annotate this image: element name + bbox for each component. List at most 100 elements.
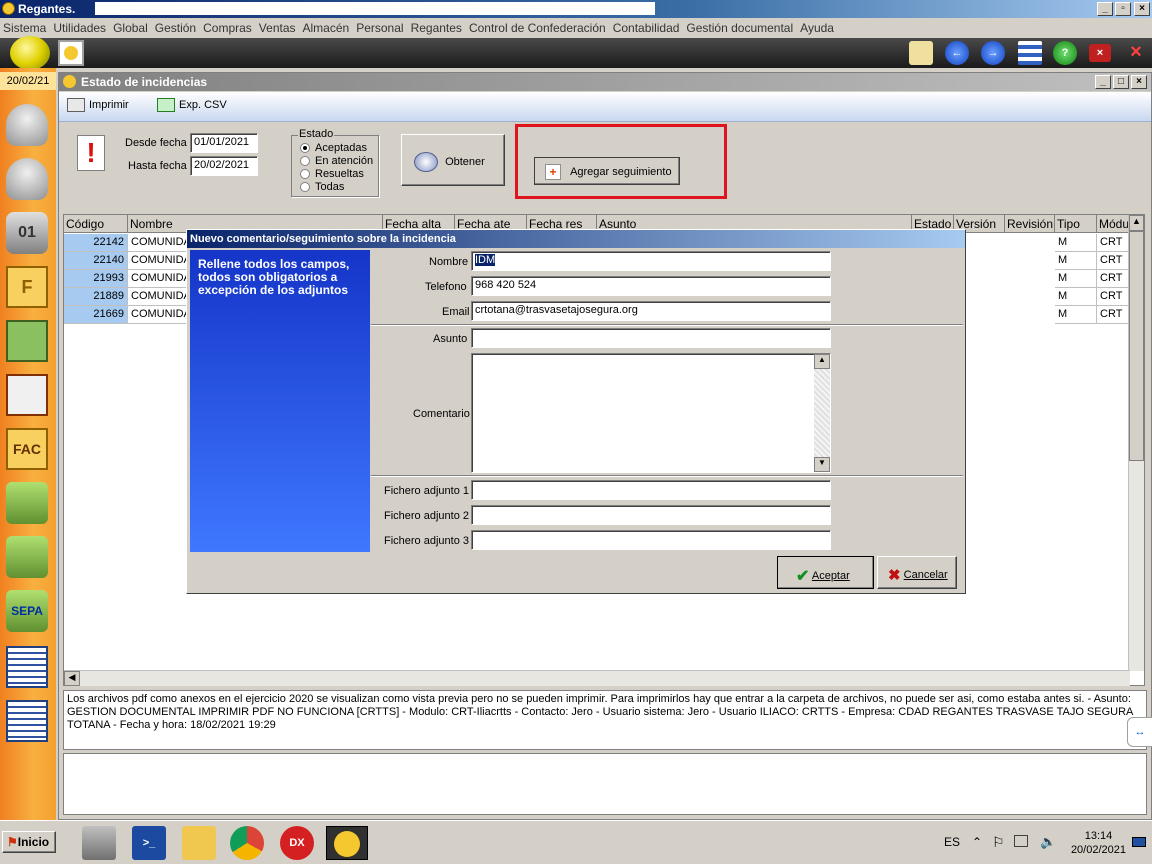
to-date-field[interactable]: 20/02/2021 (190, 156, 258, 176)
network-icon[interactable] (1014, 835, 1028, 847)
comentario-textarea[interactable]: ▲ ▼ (471, 353, 831, 473)
asunto-label: Asunto (433, 333, 468, 345)
teamviewer-icon[interactable]: ↔ (1127, 717, 1152, 747)
back-arrow-icon[interactable]: ← (945, 41, 969, 65)
list-document-icon[interactable] (6, 646, 48, 688)
accept-label: Aceptar (811, 569, 850, 582)
powershell-icon[interactable]: >_ (132, 826, 166, 860)
followup-panel (63, 753, 1147, 815)
menu-control-confederacion[interactable]: Control de Confederación (466, 18, 610, 35)
state-radio-en-atencion[interactable]: En atención (300, 155, 373, 168)
scroll-up-arrow-icon[interactable]: ▲ (1129, 215, 1144, 231)
scroll-left-arrow-icon[interactable]: ◀ (64, 671, 80, 686)
regantes-app-icon[interactable] (326, 826, 368, 860)
scroll-thumb[interactable] (1129, 231, 1144, 461)
col-codigo[interactable]: Código (64, 215, 128, 233)
menu-regantes[interactable]: Regantes (408, 18, 466, 35)
invoice-fac-icon[interactable]: FAC (6, 428, 48, 470)
telefono-field[interactable]: 968 420 524 (471, 276, 831, 296)
clock[interactable]: 13:14 20/02/2021 (1071, 829, 1126, 857)
start-button[interactable]: ⚑Inicio (2, 831, 56, 853)
menu-ayuda[interactable]: Ayuda (797, 18, 838, 35)
magic-wand-icon[interactable] (6, 320, 48, 362)
menu-gestion-documental[interactable]: Gestión documental (683, 18, 797, 35)
grid-horizontal-scrollbar[interactable]: ◀ (64, 670, 1130, 686)
divider (371, 475, 963, 477)
user-icon[interactable] (6, 158, 48, 200)
menu-personal[interactable]: Personal (353, 18, 407, 35)
chrome-icon[interactable] (230, 826, 264, 860)
menu-compras[interactable]: Compras (200, 18, 256, 35)
nombre-label: Nombre (429, 256, 469, 268)
menu-sistema[interactable]: Sistema (0, 18, 50, 35)
scroll-up-arrow-icon[interactable]: ▲ (814, 354, 830, 369)
state-radio-todas[interactable]: Todas (300, 181, 373, 194)
print-tool[interactable]: Imprimir (67, 98, 129, 112)
server-manager-icon[interactable] (82, 826, 116, 860)
shopping-bag-2-icon[interactable] (6, 536, 48, 578)
comment-scrollbar[interactable]: ▲ ▼ (814, 354, 830, 472)
col-tipo[interactable]: Tipo (1055, 215, 1097, 233)
show-desktop-icon[interactable] (1132, 837, 1146, 847)
tile-windows-icon[interactable] (1018, 41, 1042, 65)
radio-label: En atención (315, 155, 374, 167)
folder-f-icon[interactable]: F (6, 266, 48, 308)
nombre-field[interactable]: IDM (471, 251, 831, 271)
help-icon[interactable]: ? (1053, 41, 1077, 65)
state-group-label: Estado (298, 128, 335, 140)
adjunto1-field[interactable] (471, 480, 831, 500)
dx-app-icon[interactable]: DX (280, 826, 314, 860)
menu-ventas[interactable]: Ventas (256, 18, 300, 35)
users-group-icon[interactable] (6, 104, 48, 146)
adjunto2-field[interactable] (471, 505, 831, 525)
file-explorer-icon[interactable] (182, 826, 216, 860)
volume-muted-icon[interactable]: 🔈 (1040, 834, 1056, 850)
clock-date: 20/02/2021 (1070, 844, 1126, 856)
close-all-icon[interactable]: × (1124, 41, 1148, 65)
restore-button[interactable]: ▫ (1115, 2, 1131, 16)
show-hidden-icons-icon[interactable]: ⌃ (972, 835, 982, 849)
adjunto3-field[interactable] (471, 530, 831, 550)
menu-global[interactable]: Global (110, 18, 152, 35)
menu-almacen[interactable]: Almacén (300, 18, 354, 35)
radio (300, 182, 310, 193)
database-icon[interactable]: 01 (6, 212, 48, 254)
sepa-icon[interactable]: SEPA (6, 590, 48, 632)
close-button[interactable]: × (1134, 2, 1150, 16)
child-maximize-button[interactable]: □ (1113, 75, 1129, 89)
cell-tipo: M (1055, 288, 1097, 306)
obtain-button[interactable]: Obtener (401, 134, 505, 186)
scroll-down-arrow-icon[interactable]: ▼ (814, 457, 830, 472)
clock-time: 13:14 (1084, 830, 1113, 842)
dialog-instructions: Rellene todos los campos, todos son obli… (190, 250, 370, 552)
export-csv-tool[interactable]: Exp. CSV (157, 98, 227, 112)
menu-gestion[interactable]: Gestión (152, 18, 200, 35)
cancel-button[interactable]: ✖ Cancelar (877, 556, 957, 589)
child-minimize-button[interactable]: _ (1095, 75, 1111, 89)
mail-icon[interactable] (909, 41, 933, 65)
minimize-button[interactable]: _ (1097, 2, 1113, 16)
menu-contabilidad[interactable]: Contabilidad (610, 18, 684, 35)
shopping-bag-icon[interactable] (6, 482, 48, 524)
close-window-icon[interactable]: × (1089, 44, 1111, 62)
flag-icon[interactable]: ⚐ (992, 834, 1005, 851)
child-close-button[interactable]: × (1131, 75, 1147, 89)
menu-utilidades[interactable]: Utilidades (50, 18, 110, 35)
app-orb-icon[interactable] (10, 36, 50, 70)
email-label: Email (442, 306, 470, 318)
email-field[interactable]: crtotana@trasvasetajosegura.org (471, 301, 831, 321)
notebook-pencil-icon[interactable] (6, 374, 48, 416)
state-radio-resueltas[interactable]: Resueltas (300, 168, 373, 181)
from-date-field[interactable]: 01/01/2021 (190, 133, 258, 153)
col-revision[interactable]: Revisión (1005, 215, 1055, 233)
window-tab-icon[interactable] (58, 40, 84, 66)
accept-button[interactable]: ✔ Aceptar (777, 556, 874, 589)
grid-vertical-scrollbar[interactable]: ▲ (1128, 215, 1144, 671)
col-modulo[interactable]: Módul (1097, 215, 1130, 233)
asunto-field[interactable] (471, 328, 831, 348)
cell-modulo: CRT (1097, 270, 1130, 288)
language-indicator[interactable]: ES (944, 835, 960, 849)
state-radio-aceptadas[interactable]: Aceptadas (300, 142, 373, 155)
forward-arrow-icon[interactable]: → (981, 41, 1005, 65)
list-document-2-icon[interactable] (6, 700, 48, 742)
